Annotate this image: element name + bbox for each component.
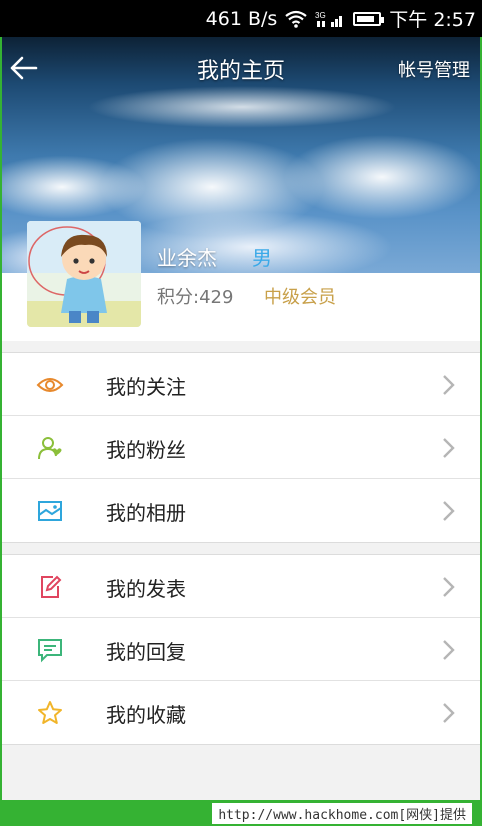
points-label: 积分:429	[157, 287, 234, 308]
chevron-right-icon	[443, 501, 455, 521]
nav-bar: 我的主页 帐号管理	[2, 37, 480, 99]
username: 业余杰	[157, 246, 217, 270]
chevron-right-icon	[443, 577, 455, 597]
photo-icon	[38, 501, 62, 521]
menu-label: 我的关注	[106, 375, 186, 399]
menu-item-posts[interactable]: 我的发表	[2, 555, 480, 618]
comment-icon	[38, 639, 62, 663]
wifi-icon	[285, 10, 307, 28]
eye-icon	[36, 378, 64, 392]
chevron-right-icon	[443, 703, 455, 723]
avatar[interactable]	[27, 221, 141, 327]
signal-icon: 3G	[315, 10, 345, 28]
chevron-right-icon	[443, 375, 455, 395]
menu-group-content: 我的发表 我的回复 我的收藏	[2, 554, 480, 745]
account-management-button[interactable]: 帐号管理	[398, 56, 470, 82]
menu-item-favorites[interactable]: 我的收藏	[2, 681, 480, 744]
edit-icon	[41, 575, 62, 598]
menu-group-social: 我的关注 我的粉丝 我的相册	[2, 352, 480, 543]
menu-label: 我的相册	[106, 501, 186, 525]
battery-icon	[353, 11, 385, 26]
member-level: 中级会员	[264, 287, 336, 308]
network-speed: 461 B/s	[205, 7, 278, 30]
watermark-text: http://www.hackhome.com[网侠]提供	[212, 802, 472, 824]
frame-border	[0, 37, 2, 800]
network-type: 3G	[315, 11, 326, 20]
menu-item-following[interactable]: 我的关注	[2, 353, 480, 416]
menu-label: 我的回复	[106, 640, 186, 664]
watermark-bar: http://www.hackhome.com[网侠]提供	[0, 800, 482, 826]
menu-label: 我的发表	[106, 577, 186, 601]
chevron-right-icon	[443, 640, 455, 660]
gender-label: 男	[252, 246, 272, 270]
clock: 下午 2:57	[389, 9, 476, 31]
menu-item-replies[interactable]: 我的回复	[2, 618, 480, 681]
menu-item-albums[interactable]: 我的相册	[2, 479, 480, 542]
star-icon	[38, 701, 62, 724]
menu-label: 我的粉丝	[106, 438, 186, 462]
user-heart-icon	[38, 437, 62, 460]
chevron-right-icon	[443, 438, 455, 458]
status-bar: 461 B/s 3G 下午 2:57	[0, 0, 482, 37]
menu-label: 我的收藏	[106, 703, 186, 727]
menu-item-followers[interactable]: 我的粉丝	[2, 416, 480, 479]
